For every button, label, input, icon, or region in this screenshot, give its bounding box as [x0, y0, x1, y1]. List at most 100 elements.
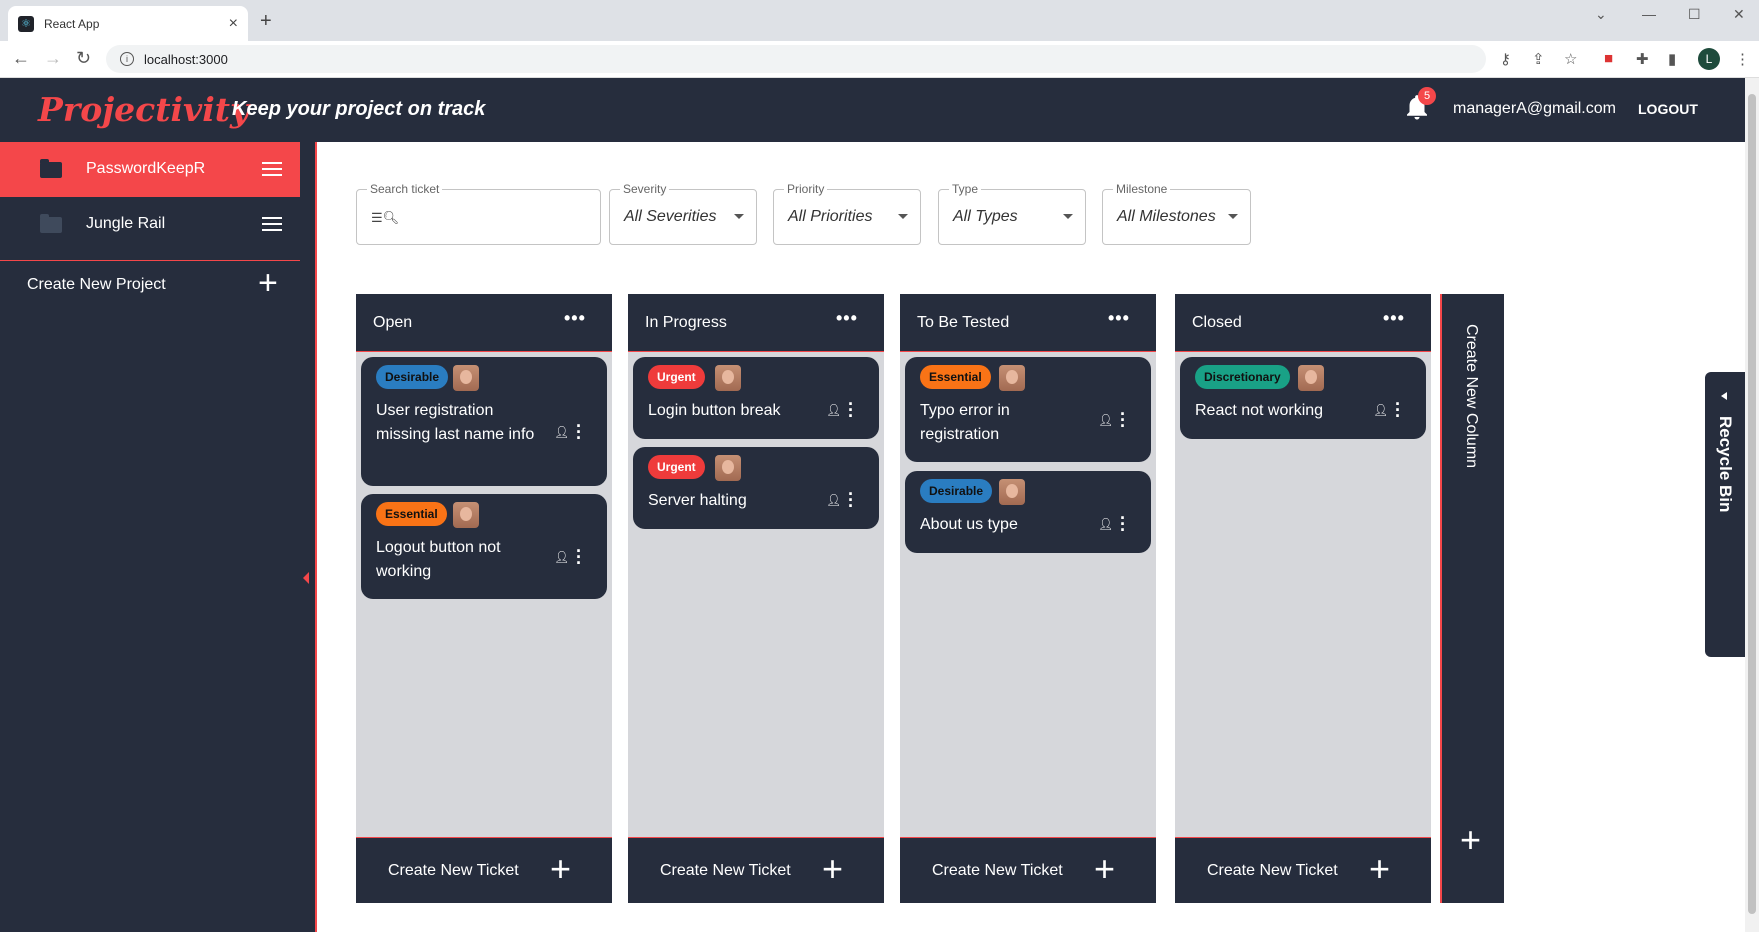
type-select[interactable]: Type All Types	[938, 182, 1086, 245]
column-footer[interactable]: Create New Ticket +	[1175, 837, 1431, 903]
assign-user-icon[interactable]: 👤︎	[826, 403, 841, 417]
severity-tag: Desirable	[920, 479, 993, 503]
tab-search-icon[interactable]: ⌄	[1595, 6, 1607, 23]
hamburger-menu-icon[interactable]	[262, 162, 282, 176]
ticket-card[interactable]: Essential Logout button not working 👤︎ ·…	[361, 494, 607, 599]
create-ticket-button[interactable]: Create New Ticket	[932, 862, 1063, 880]
tab-close-icon[interactable]: ×	[229, 15, 238, 33]
column-more-icon[interactable]: •••	[564, 308, 586, 329]
plus-icon[interactable]: +	[550, 848, 571, 890]
plus-icon[interactable]: +	[1094, 848, 1115, 890]
column-more-icon[interactable]: •••	[1383, 308, 1405, 329]
scrollbar-thumb[interactable]	[1748, 94, 1756, 914]
brand-logo[interactable]: Projectivity	[38, 90, 249, 129]
column-more-icon[interactable]: •••	[1108, 308, 1130, 329]
recycle-bin-drawer[interactable]: Recycle Bin	[1705, 372, 1745, 657]
sidebar-item-passwordkeepr[interactable]: PasswordKeepR	[0, 142, 300, 197]
milestone-select[interactable]: Milestone All Milestones	[1102, 182, 1251, 245]
new-tab-icon[interactable]: +	[260, 10, 272, 33]
sidebar-divider	[0, 260, 300, 261]
column-open: Open ••• Desirable User registration mis…	[356, 294, 612, 903]
assignee-avatar	[999, 365, 1025, 391]
sidebar-item-jungle-rail[interactable]: Jungle Rail	[0, 197, 300, 252]
hamburger-menu-icon[interactable]	[262, 217, 282, 231]
ticket-card[interactable]: Essential Typo error in registration 👤︎ …	[905, 357, 1151, 462]
back-icon[interactable]: ←	[12, 48, 30, 69]
page-scrollbar[interactable]	[1745, 78, 1759, 932]
column-more-icon[interactable]: •••	[836, 308, 858, 329]
bookmark-star-icon[interactable]: ☆	[1564, 50, 1577, 68]
assign-user-icon[interactable]: 👤︎	[554, 425, 569, 439]
ticket-menu-icon[interactable]: · · ·	[576, 542, 582, 572]
assignee-avatar	[453, 502, 479, 528]
url-field[interactable]: i localhost:3000	[106, 45, 1486, 73]
create-ticket-button[interactable]: Create New Ticket	[388, 862, 519, 880]
browser-tab[interactable]: ⚛ React App ×	[8, 6, 248, 41]
assign-user-icon[interactable]: 👤︎	[1098, 517, 1113, 531]
user-email: managerA@gmail.com	[1453, 100, 1616, 117]
expand-arrow-icon[interactable]	[1721, 392, 1727, 400]
tagline: Keep your project on track	[232, 98, 486, 120]
collapse-sidebar-icon[interactable]	[303, 572, 309, 584]
ticket-card[interactable]: Discretionary React not working 👤︎ · · ·	[1180, 357, 1426, 439]
folder-icon	[40, 159, 62, 178]
severity-tag: Desirable	[376, 365, 449, 389]
create-column-button[interactable]: Create New Column +	[1440, 294, 1504, 903]
share-icon[interactable]: ⇪	[1532, 50, 1545, 68]
maximize-icon[interactable]: ☐	[1688, 6, 1701, 23]
logout-button[interactable]: LOGOUT	[1638, 101, 1698, 117]
extension-icon[interactable]: ■	[1604, 50, 1613, 67]
create-ticket-button[interactable]: Create New Ticket	[660, 862, 791, 880]
ticket-card[interactable]: Urgent Login button break 👤︎ · · ·	[633, 357, 879, 439]
column-footer[interactable]: Create New Ticket +	[628, 837, 884, 903]
ticket-menu-icon[interactable]: · · ·	[1120, 405, 1126, 435]
key-icon[interactable]: ⚷	[1500, 50, 1511, 68]
column-footer[interactable]: Create New Ticket +	[356, 837, 612, 903]
column-in-progress: In Progress ••• Urgent Login button brea…	[628, 294, 884, 903]
url-text: localhost:3000	[144, 51, 228, 67]
column-title: Open	[373, 314, 413, 331]
search-ticket-field[interactable]: Search ticket ☰🔍︎	[356, 182, 601, 245]
profile-avatar[interactable]: L	[1698, 48, 1720, 70]
assign-user-icon[interactable]: 👤︎	[826, 493, 841, 507]
assign-user-icon[interactable]: 👤︎	[1373, 403, 1388, 417]
ticket-title: React not working	[1195, 402, 1324, 419]
minimize-icon[interactable]: —	[1642, 6, 1656, 22]
sidepanel-icon[interactable]: ▮	[1668, 50, 1676, 68]
severity-value: All Severities	[624, 208, 717, 225]
plus-icon[interactable]: +	[258, 264, 278, 303]
ticket-menu-icon[interactable]: · · ·	[848, 395, 854, 425]
ticket-title: About us type	[920, 516, 1018, 533]
milestone-label: Milestone	[1113, 182, 1171, 196]
severity-select[interactable]: Severity All Severities	[609, 182, 757, 245]
create-ticket-button[interactable]: Create New Ticket	[1207, 862, 1338, 880]
plus-icon[interactable]: +	[1369, 848, 1390, 890]
ticket-menu-icon[interactable]: · · ·	[1120, 509, 1126, 539]
ticket-card[interactable]: Urgent Server halting 👤︎ · · ·	[633, 447, 879, 529]
window-close-icon[interactable]: ✕	[1733, 6, 1745, 23]
assign-user-icon[interactable]: 👤︎	[1098, 413, 1113, 427]
column-to-be-tested: To Be Tested ••• Essential Typo error in…	[900, 294, 1156, 903]
reload-icon[interactable]: ↻	[76, 48, 91, 69]
ticket-menu-icon[interactable]: · · ·	[1395, 395, 1401, 425]
plus-icon[interactable]: +	[1460, 819, 1481, 861]
assign-user-icon[interactable]: 👤︎	[554, 550, 569, 564]
column-header: Closed •••	[1175, 294, 1431, 352]
project-name: PasswordKeepR	[86, 160, 206, 177]
type-label: Type	[949, 182, 982, 196]
column-footer[interactable]: Create New Ticket +	[900, 837, 1156, 903]
ticket-card[interactable]: Desirable User registration missing last…	[361, 357, 607, 486]
priority-select[interactable]: Priority All Priorities	[773, 182, 921, 245]
puzzle-icon[interactable]: ✚	[1636, 50, 1649, 68]
forward-icon[interactable]: →	[44, 48, 62, 69]
severity-tag: Urgent	[648, 455, 705, 479]
dropdown-caret-icon	[734, 214, 744, 219]
browser-menu-icon[interactable]: ⋮	[1735, 50, 1750, 68]
column-closed: Closed ••• Discretionary React not worki…	[1175, 294, 1431, 903]
ticket-card[interactable]: Desirable About us type 👤︎ · · ·	[905, 471, 1151, 553]
ticket-menu-icon[interactable]: · · ·	[576, 417, 582, 447]
ticket-menu-icon[interactable]: · · ·	[848, 485, 854, 515]
create-project-button[interactable]: Create New Project	[27, 276, 166, 294]
plus-icon[interactable]: +	[822, 848, 843, 890]
site-info-icon[interactable]: i	[120, 52, 134, 66]
